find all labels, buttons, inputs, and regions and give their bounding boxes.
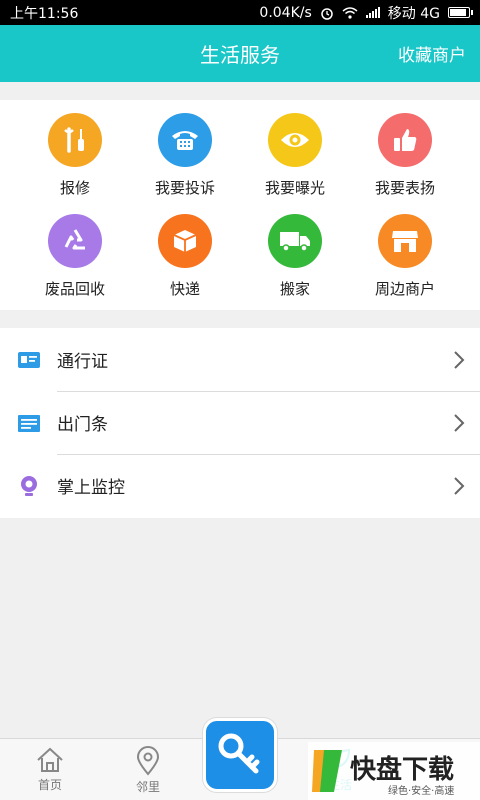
- list-item-label: 掌上监控: [57, 478, 125, 498]
- watermark-logo: 快盘下载 绿色·安全·高速: [308, 742, 480, 800]
- service-express[interactable]: 快递: [125, 214, 245, 299]
- service-label: 报修: [59, 179, 90, 197]
- chevron-right-icon: [454, 350, 465, 369]
- home-icon: [37, 747, 63, 772]
- list-item-pass[interactable]: 通行证: [0, 328, 480, 391]
- package-icon: [158, 214, 212, 268]
- list-item-exit-note[interactable]: 出门条: [0, 391, 480, 454]
- watermark-brand: 快盘下载: [350, 754, 454, 785]
- chevron-right-icon: [454, 413, 465, 432]
- favorite-merchants-button[interactable]: 收藏商户: [398, 41, 466, 66]
- list-item-label: 通行证: [57, 352, 108, 372]
- tab-home[interactable]: 首页: [0, 739, 100, 800]
- service-label: 我要曝光: [264, 179, 325, 197]
- service-repair[interactable]: 报修: [15, 113, 135, 198]
- watermark-slogan: 绿色·安全·高速: [388, 784, 454, 797]
- pass-card-icon: [17, 348, 41, 372]
- service-label: 我要投诉: [154, 179, 215, 197]
- alarm-icon: [321, 7, 333, 20]
- wrench-screwdriver-icon: [48, 113, 102, 167]
- service-nearby-shops[interactable]: 周边商户: [345, 214, 465, 299]
- battery-icon: [448, 7, 473, 18]
- header: 生活服务 收藏商户: [0, 25, 480, 82]
- service-expose[interactable]: 我要曝光: [235, 113, 355, 198]
- service-label: 搬家: [279, 280, 310, 298]
- service-complain[interactable]: 我要投诉: [125, 113, 245, 198]
- truck-icon: [268, 214, 322, 268]
- tab-neighbor-label: 邻里: [135, 780, 160, 794]
- service-label: 废品回收: [44, 280, 105, 298]
- tab-home-label: 首页: [37, 778, 62, 792]
- service-recycle[interactable]: 废品回收: [15, 214, 135, 299]
- service-praise[interactable]: 我要表扬: [345, 113, 465, 198]
- shop-icon: [378, 214, 432, 268]
- eye-icon: [268, 113, 322, 167]
- recycle-icon: [48, 214, 102, 268]
- wifi-icon: [342, 6, 358, 19]
- service-label: 我要表扬: [374, 179, 435, 197]
- chevron-right-icon: [454, 476, 465, 495]
- thumbs-up-icon: [378, 113, 432, 167]
- list-item-label: 出门条: [57, 415, 108, 435]
- service-moving[interactable]: 搬家: [235, 214, 355, 299]
- status-time: 上午11:56: [10, 5, 79, 22]
- service-label: 周边商户: [374, 280, 435, 298]
- tab-neighbor[interactable]: 邻里: [98, 739, 198, 800]
- telephone-icon: [158, 113, 212, 167]
- status-right: 0.04K/s 移动 4G: [259, 3, 473, 23]
- signal-icon: [365, 7, 380, 18]
- quick-list: 通行证 出门条 掌上监控: [0, 328, 480, 518]
- service-label: 快递: [169, 280, 200, 298]
- carrier-text: 移动 4G: [387, 5, 440, 22]
- list-item-monitor[interactable]: 掌上监控: [0, 454, 480, 517]
- location-pin-icon: [136, 746, 160, 776]
- network-speed: 0.04K/s: [259, 4, 312, 21]
- key-unlock-button[interactable]: [203, 718, 277, 792]
- camera-icon: [17, 474, 41, 498]
- status-bar: 上午11:56 0.04K/s 移动 4G: [0, 0, 480, 25]
- services-grid: 报修 我要投诉 我要曝光 我要表扬 废品回收 快递 搬家 周边商户: [0, 100, 480, 310]
- key-icon: [218, 733, 260, 774]
- note-icon: [17, 411, 41, 435]
